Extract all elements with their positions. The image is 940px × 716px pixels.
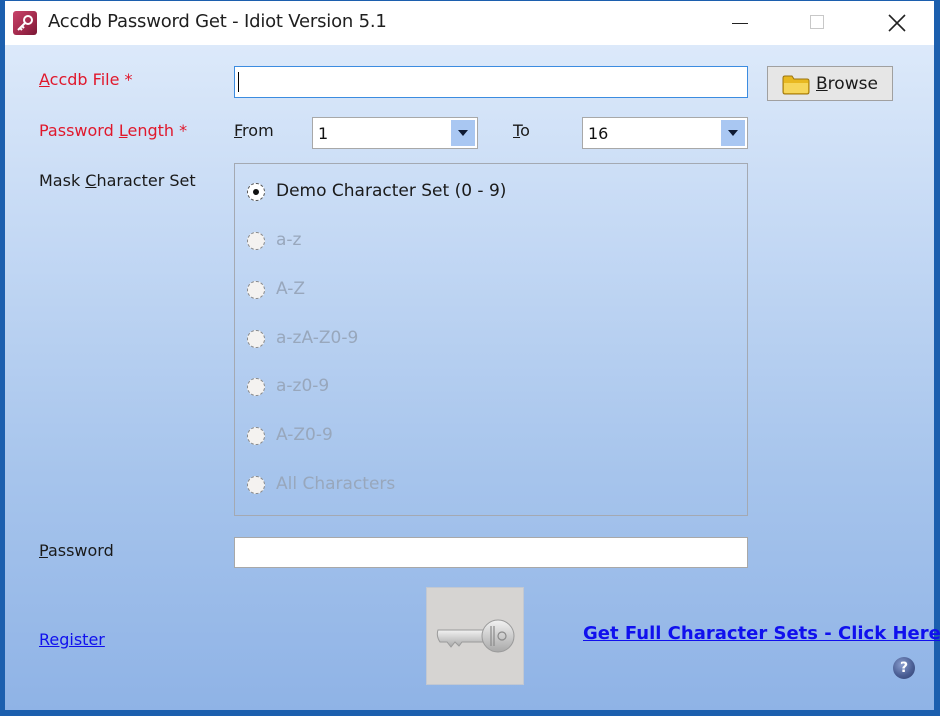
password-label: Password <box>39 541 114 560</box>
mask-character-set-label: Mask Character Set <box>39 171 196 190</box>
radio-button <box>247 476 265 494</box>
from-length-value: 1 <box>318 124 329 143</box>
password-length-label: Password Length * <box>39 121 188 140</box>
password-output-field[interactable] <box>234 537 748 568</box>
maximize-button[interactable] <box>787 1 851 45</box>
help-icon[interactable]: ? <box>893 657 915 679</box>
accdb-file-label: Accdb File * <box>39 70 133 89</box>
to-label: To <box>513 121 530 140</box>
browse-label: Browse <box>816 74 878 94</box>
start-recovery-button[interactable] <box>426 587 524 685</box>
folder-icon <box>782 75 810 95</box>
access-key-icon <box>13 11 37 35</box>
close-icon <box>888 14 906 32</box>
radio-label: A-Z <box>276 279 306 299</box>
to-length-select[interactable]: 16 <box>582 117 748 149</box>
radio-label: Demo Character Set (0 - 9) <box>276 181 507 201</box>
radio-button <box>247 427 265 445</box>
radio-button <box>247 378 265 396</box>
close-button[interactable] <box>865 1 929 45</box>
key-icon <box>436 619 515 653</box>
radio-button <box>247 232 265 250</box>
chevron-down-icon[interactable] <box>451 120 475 146</box>
window-title: Accdb Password Get - Idiot Version 5.1 <box>48 11 387 32</box>
radio-label: A-Z0-9 <box>276 425 333 445</box>
get-full-character-sets-link[interactable]: Get Full Character Sets - Click Here <box>583 623 940 644</box>
to-length-value: 16 <box>588 124 609 143</box>
minimize-button[interactable] <box>709 1 773 45</box>
form-area: Accdb File * Browse Password Length * Fr… <box>5 45 940 710</box>
radio-label: a-z0-9 <box>276 376 330 396</box>
character-set-group: Demo Character Set (0 - 9) a-z A-Z a-zA-… <box>234 163 748 516</box>
radio-button[interactable] <box>247 183 265 201</box>
radio-label: a-zA-Z0-9 <box>276 328 359 348</box>
app-window: Accdb Password Get - Idiot Version 5.1 A… <box>0 0 940 716</box>
text-caret <box>238 72 239 92</box>
from-label: From <box>234 121 274 140</box>
radio-label: All Characters <box>276 474 396 494</box>
register-link[interactable]: Register <box>39 630 105 649</box>
radio-button <box>247 281 265 299</box>
radio-label: a-z <box>276 230 302 250</box>
accdb-file-input[interactable] <box>234 66 748 98</box>
chevron-down-icon[interactable] <box>721 120 745 146</box>
radio-button <box>247 330 265 348</box>
browse-button[interactable]: Browse <box>767 66 893 101</box>
title-bar[interactable]: Accdb Password Get - Idiot Version 5.1 <box>5 1 934 45</box>
from-length-select[interactable]: 1 <box>312 117 478 149</box>
